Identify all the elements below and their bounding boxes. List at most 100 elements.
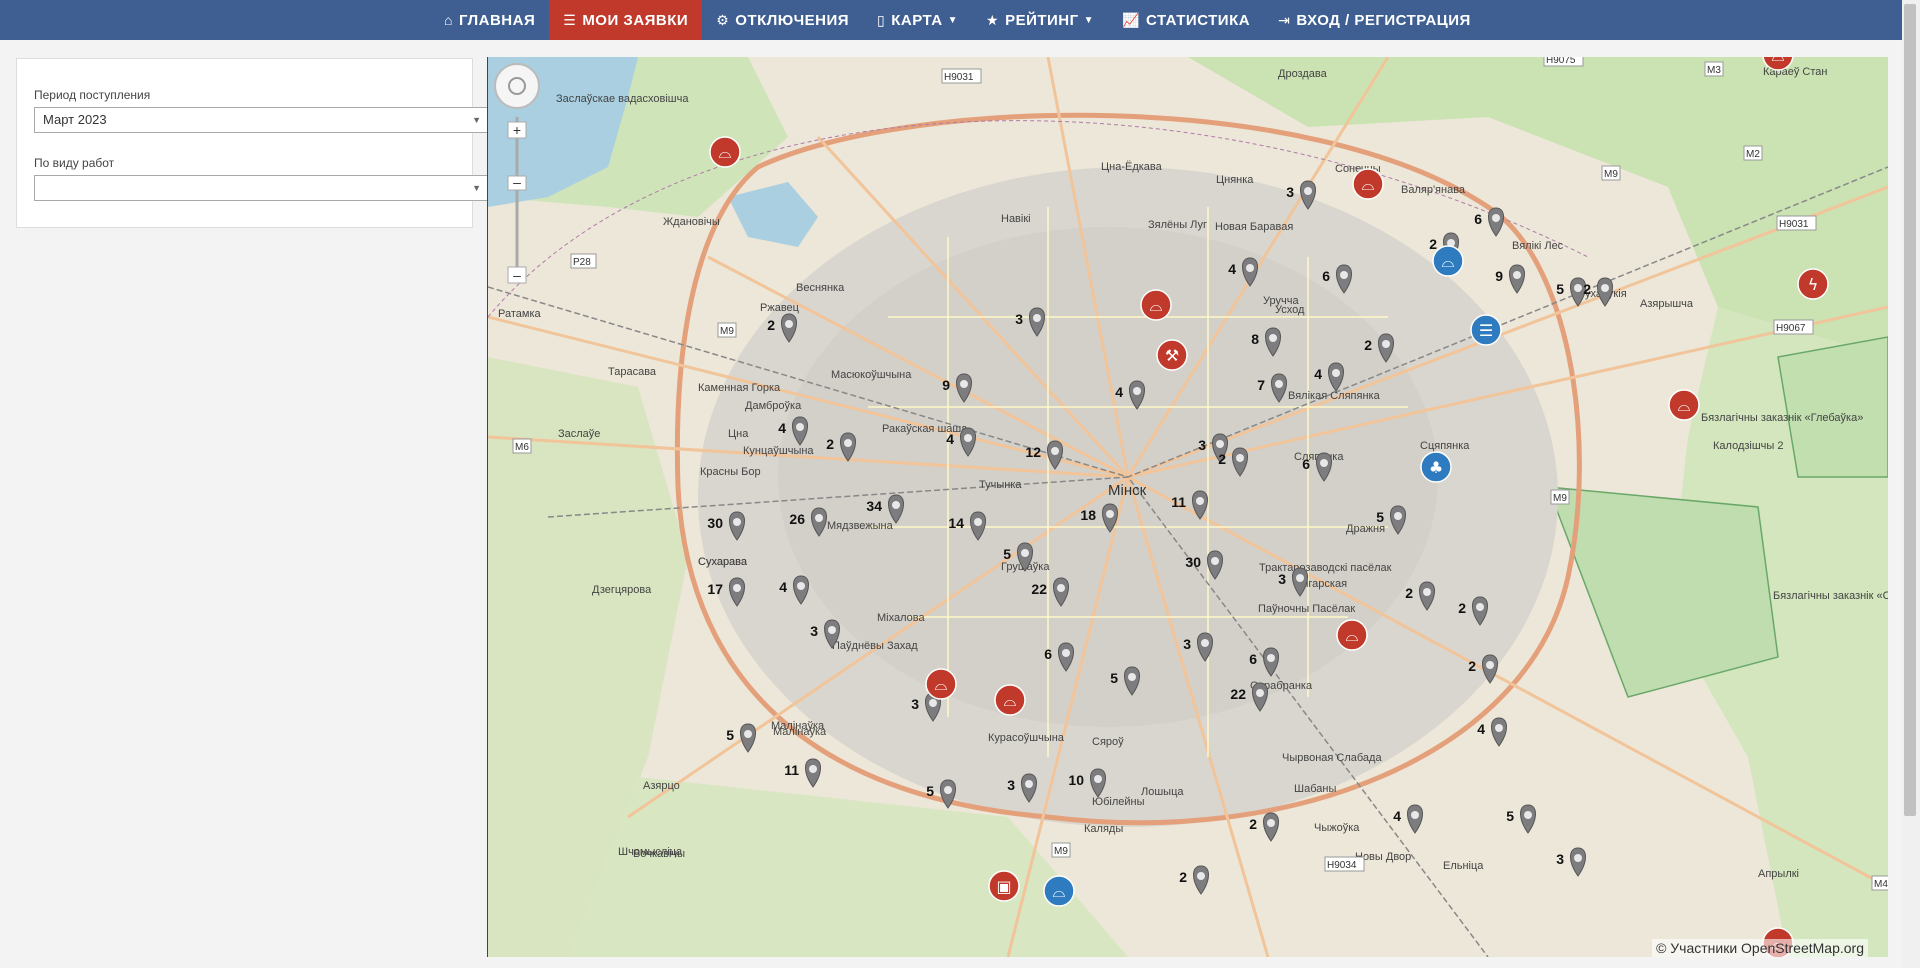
page-scrollbar[interactable]	[1902, 0, 1920, 968]
request-count: 3	[1015, 311, 1023, 327]
request-count: 3	[1183, 636, 1191, 652]
issue-type-marker[interactable]: ⚒	[1156, 339, 1188, 371]
map-view[interactable]: Заслаўскае вадасховішча Ждановічы Веснянка…	[487, 57, 1888, 957]
place-label: Бязлагічны заказнік «Глебаўка»	[1701, 412, 1863, 424]
request-count: 5	[1376, 509, 1384, 525]
map-attribution[interactable]: © Участники OpenStreetMap.org	[1652, 939, 1868, 957]
pin-dot	[1106, 510, 1114, 518]
place-label: Вялікі Лес	[1512, 240, 1564, 252]
pan-control[interactable]	[494, 63, 540, 109]
place-label: Зялёны Луг	[1148, 219, 1207, 231]
pin-dot	[797, 582, 805, 590]
zoom-handle[interactable]: –	[507, 174, 527, 191]
request-count: 3	[1007, 777, 1015, 793]
place-label: Бязлагічны заказнік «Сціклева»	[1773, 590, 1888, 602]
place-label: Дроздава	[1278, 68, 1328, 80]
nav-item-statistics[interactable]: 📈 СТАТИСТИКА	[1108, 0, 1264, 40]
chevron-down-icon: ▼	[947, 14, 958, 26]
pin-dot	[1574, 284, 1582, 292]
gear-icon: ⚙	[716, 11, 730, 28]
road-shield: M9	[1601, 165, 1621, 181]
pin-dot	[1269, 334, 1277, 342]
request-count: 2	[1249, 816, 1257, 832]
nav-item-label: СТАТИСТИКА	[1145, 11, 1251, 29]
nav-item-label: ГЛАВНАЯ	[458, 11, 536, 29]
issue-type-marker[interactable]: ▣	[988, 870, 1020, 902]
zoom-in-button[interactable]: +	[507, 121, 527, 139]
issue-type-marker[interactable]: ⌓	[1668, 389, 1700, 421]
request-count: 2	[1405, 585, 1413, 601]
pin-dot	[1051, 447, 1059, 455]
list-icon: ☰	[1479, 321, 1493, 340]
issue-type-marker[interactable]: ☰	[1470, 314, 1502, 346]
place-label: Тарасава	[608, 366, 657, 378]
request-count: 4	[1393, 808, 1401, 824]
work-type-label: По виду работ	[34, 156, 115, 170]
request-count: 3	[1556, 851, 1564, 867]
map-canvas[interactable]: Заслаўскае вадасховішча Ждановічы Веснянка…	[488, 57, 1888, 957]
nav-item-login[interactable]: ⇥ ВХОД / РЕГИСТРАЦИЯ	[1264, 0, 1485, 40]
zoom-out-button[interactable]: –	[507, 266, 527, 284]
nav-item-map[interactable]: ▯ КАРТА ▼	[863, 0, 972, 40]
place-label: Паўднёвы Захад	[832, 640, 918, 652]
pin-dot	[815, 514, 823, 522]
nav-item-rating[interactable]: ★ РЕЙТИНГ ▼	[972, 0, 1108, 40]
pin-dot	[1495, 724, 1503, 732]
pin-dot	[809, 765, 817, 773]
request-count: 4	[1477, 721, 1485, 737]
road-work-icon: ⌓	[719, 143, 732, 162]
period-select[interactable]: Март 2023 ▼	[34, 107, 488, 133]
request-count: 5	[1556, 281, 1564, 297]
nav-item-my-requests[interactable]: ☰ МОИ ЗАЯВКИ	[549, 0, 703, 40]
road-shield: M9	[1051, 842, 1071, 858]
road-shield: H9034	[1324, 856, 1365, 872]
scrollbar-thumb[interactable]	[1904, 4, 1916, 816]
pin-dot	[733, 518, 741, 526]
place-label: Навікі	[1001, 213, 1031, 225]
nav-item-outages[interactable]: ⚙ ОТКЛЮЧЕНИЯ	[702, 0, 863, 40]
request-count: 3	[911, 696, 919, 712]
issue-type-marker[interactable]: ⌓	[1432, 245, 1464, 277]
place-label: Юбілейны	[1092, 796, 1145, 808]
issue-type-marker[interactable]: ⌓	[994, 684, 1026, 716]
issue-type-marker[interactable]: ⌓	[1336, 619, 1368, 651]
road-shield: M4	[1871, 875, 1888, 891]
road-shield-label: M9	[1553, 493, 1567, 504]
issue-type-marker[interactable]: ⌓	[1352, 168, 1384, 200]
request-count: 22	[1031, 581, 1047, 597]
pin-dot	[1196, 497, 1204, 505]
pin-dot	[785, 320, 793, 328]
issue-type-marker[interactable]: ⌓	[1140, 289, 1172, 321]
pin-dot	[1275, 380, 1283, 388]
issue-type-marker[interactable]: ϟ	[1797, 268, 1829, 300]
issue-type-marker[interactable]: ♣	[1420, 451, 1452, 483]
place-label: Паўночны Пасёлак	[1258, 603, 1355, 615]
request-count: 2	[1179, 869, 1187, 885]
road-shield-label: H9067	[1776, 323, 1806, 334]
zoom-control: + – –	[493, 62, 543, 297]
request-count: 6	[1044, 646, 1052, 662]
top-navigation-bar: ⌂ ГЛАВНАЯ ☰ МОИ ЗАЯВКИ ⚙ ОТКЛЮЧЕНИЯ ▯ КА…	[0, 0, 1920, 40]
request-count: 14	[948, 515, 964, 531]
zoom-slider[interactable]: + – –	[493, 62, 543, 292]
road-shield-label: M4	[1874, 879, 1888, 890]
nav-item-home[interactable]: ⌂ ГЛАВНАЯ	[430, 0, 549, 40]
request-count: 4	[778, 420, 786, 436]
pin-dot	[1332, 369, 1340, 377]
place-label: Ратамка	[498, 308, 541, 320]
work-type-select[interactable]: ▼	[34, 175, 488, 201]
place-label: Валяр'янава	[1401, 184, 1466, 196]
pin-dot	[1246, 264, 1254, 272]
pin-dot	[1267, 819, 1275, 827]
road-shield-label: H9031	[1779, 219, 1809, 230]
request-count: 2	[1218, 451, 1226, 467]
request-count: 7	[1257, 377, 1265, 393]
request-count: 6	[1249, 651, 1257, 667]
issue-type-marker[interactable]: ⌓	[925, 668, 957, 700]
issue-type-marker[interactable]: ⌓	[1043, 875, 1075, 907]
issue-type-marker[interactable]: ⌓	[709, 136, 741, 168]
request-count: 4	[779, 579, 787, 595]
place-label: Усход	[1275, 304, 1305, 316]
electricity-icon: ϟ	[1808, 275, 1819, 294]
request-count: 8	[1251, 331, 1259, 347]
